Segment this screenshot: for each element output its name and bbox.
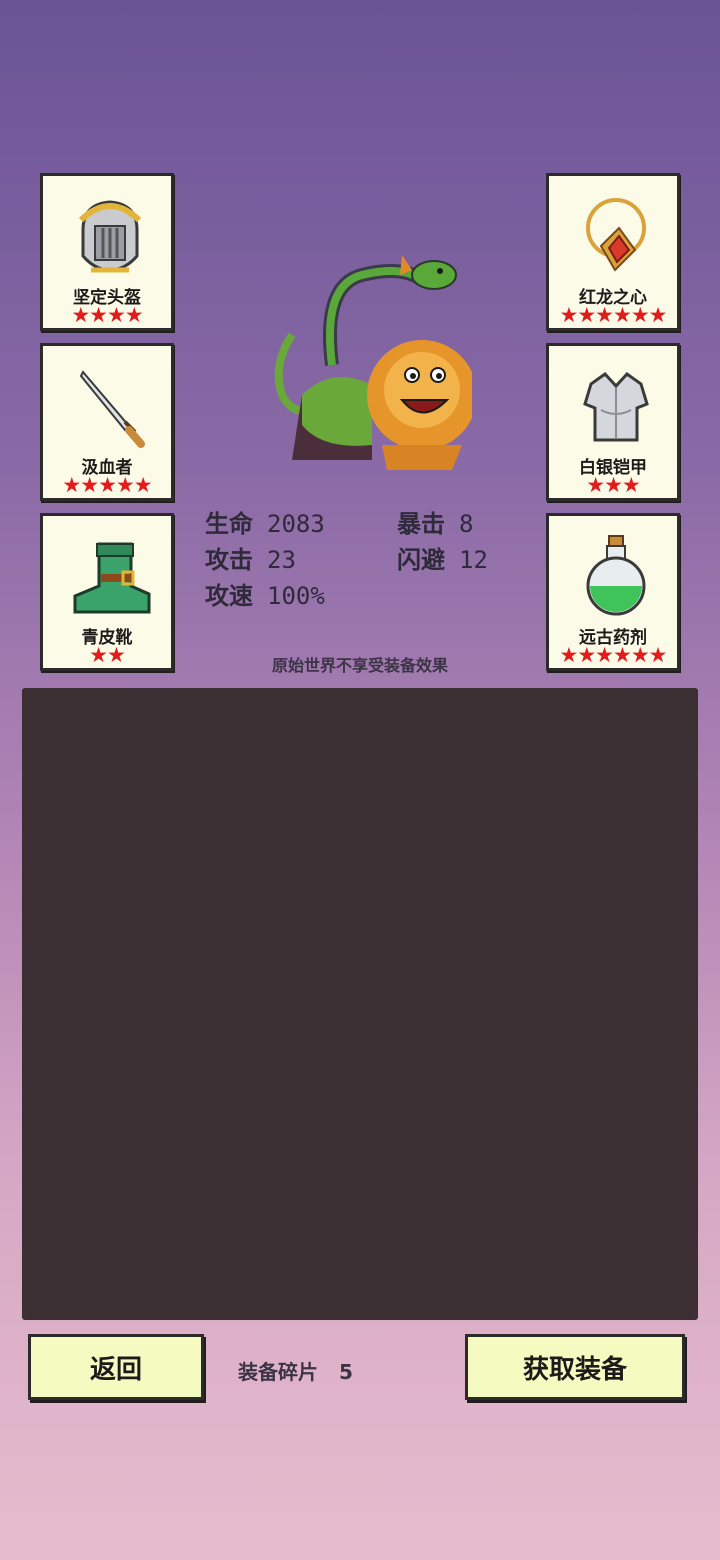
equip-slot-helmet[interactable]: 坚定头盔 ★★★★ <box>40 173 174 331</box>
stat-label: 暴击 <box>397 510 445 538</box>
stat-crit: 暴击 8 <box>397 504 473 539</box>
stat-label: 攻速 <box>205 582 253 610</box>
stat-dodge: 闪避 12 <box>397 540 488 575</box>
equip-stars: ★★★ <box>586 473 640 497</box>
stat-value: 8 <box>459 510 474 538</box>
dagger-icon <box>79 370 145 448</box>
stat-hp: 生命 2083 <box>205 504 325 539</box>
equip-slot-potion[interactable]: 远古药剂 ★★★★★★ <box>546 513 680 671</box>
equip-slot-amulet[interactable]: 红龙之心 ★★★★★★ <box>546 173 680 331</box>
stat-value: 2083 <box>267 510 325 538</box>
equip-stars: ★★★★ <box>71 303 143 327</box>
potion-icon <box>586 535 646 616</box>
stat-speed: 攻速 100% <box>205 576 325 611</box>
shards-value: 5 <box>338 1360 353 1384</box>
helmet-icon <box>78 200 142 273</box>
armor-icon <box>583 372 649 442</box>
equipment-note: 原始世界不享受装备效果 <box>271 656 448 675</box>
equip-slot-armor[interactable]: 白银铠甲 ★★★ <box>546 343 680 501</box>
shards-label: 装备碎片 <box>238 1360 318 1384</box>
equip-stars: ★★★★★ <box>62 473 152 497</box>
stat-label: 生命 <box>205 510 253 538</box>
boot-icon <box>73 542 151 614</box>
monster-sprite <box>274 255 472 470</box>
equip-slot-boots[interactable]: 青皮靴 ★★ <box>40 513 174 671</box>
get-equipment-button[interactable]: 获取装备 <box>465 1334 685 1400</box>
stat-value: 100% <box>267 582 325 610</box>
back-button[interactable]: 返回 <box>28 1334 204 1400</box>
stat-label: 攻击 <box>205 546 253 574</box>
stat-value: 23 <box>267 546 296 574</box>
stat-label: 闪避 <box>397 546 445 574</box>
equip-slot-weapon[interactable]: 汲血者 ★★★★★ <box>40 343 174 501</box>
amulet-icon <box>586 198 646 272</box>
stat-atk: 攻击 23 <box>205 540 296 575</box>
stat-value: 12 <box>459 546 488 574</box>
inventory-panel[interactable] <box>22 688 698 1320</box>
equip-stars: ★★★★★★ <box>559 303 668 327</box>
shards-counter: 装备碎片 5 <box>238 1356 353 1385</box>
stats-panel: 生命 2083 暴击 8 攻击 23 闪避 12 攻速 100% <box>205 500 525 610</box>
